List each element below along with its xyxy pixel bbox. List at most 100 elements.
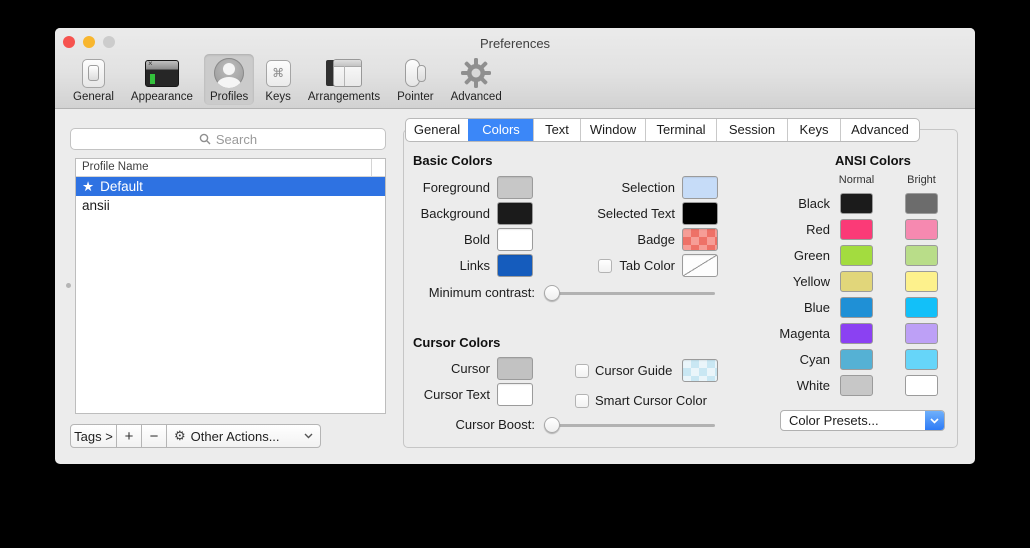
- toolbar-item-arrangements[interactable]: Arrangements: [302, 54, 386, 105]
- chevron-down-icon: [304, 433, 313, 439]
- cursor-text-label: Cursor Text: [424, 387, 490, 402]
- ansi-cyan-normal-well[interactable]: [840, 349, 873, 370]
- selected-text-label: Selected Text: [597, 206, 675, 221]
- ansi-yellow-bright-well[interactable]: [905, 271, 938, 292]
- cursor-color-well[interactable]: [497, 357, 533, 380]
- tab-terminal[interactable]: Terminal: [645, 119, 716, 141]
- cursor-guide-color-well[interactable]: [682, 359, 718, 382]
- tab-color-checkbox[interactable]: [598, 259, 612, 273]
- ansi-green-normal-well[interactable]: [840, 245, 873, 266]
- tab-text[interactable]: Text: [533, 119, 580, 141]
- tab-window[interactable]: Window: [580, 119, 645, 141]
- toolbar-item-label: Profiles: [210, 91, 248, 103]
- tab-general[interactable]: General: [406, 119, 468, 141]
- ansi-black-bright-well[interactable]: [905, 193, 938, 214]
- toolbar-item-label: Advanced: [451, 91, 502, 103]
- badge-color-well[interactable]: [682, 228, 718, 251]
- toolbar-item-appearance[interactable]: × Appearance: [125, 54, 199, 105]
- cursor-guide-label: Cursor Guide: [595, 363, 672, 378]
- profile-footer-bar: Tags > + − ⚙ Other Actions...: [70, 424, 321, 448]
- star-icon: ★: [82, 177, 94, 196]
- ansi-blue-normal-well[interactable]: [840, 297, 873, 318]
- tab-color-label: Tab Color: [619, 258, 675, 273]
- smart-cursor-color-checkbox[interactable]: [575, 394, 589, 408]
- search-icon: [199, 133, 211, 145]
- toolbar-item-keys[interactable]: ⌘ Keys: [259, 54, 297, 105]
- toolbar-item-label: Keys: [265, 91, 291, 103]
- selection-color-well[interactable]: [682, 176, 718, 199]
- cursor-boost-slider[interactable]: [544, 415, 715, 435]
- toolbar: General × Appearance Profiles ⌘ Keys Arr…: [67, 54, 508, 105]
- ansi-red-normal-well[interactable]: [840, 219, 873, 240]
- profile-tabs: General Colors Text Window Terminal Sess…: [405, 118, 920, 142]
- color-presets-popup[interactable]: Color Presets...: [780, 410, 945, 431]
- toolbar-item-label: General: [73, 91, 114, 103]
- minimum-contrast-label: Minimum contrast:: [412, 282, 535, 304]
- preferences-window: Preferences General × Appearance Profile…: [55, 28, 975, 464]
- toolbar-item-pointer[interactable]: Pointer: [391, 54, 439, 105]
- selection-label: Selection: [622, 180, 675, 195]
- ansi-row-blue: Blue: [760, 297, 938, 318]
- tab-colors[interactable]: Colors: [468, 119, 533, 141]
- slider-knob[interactable]: [544, 417, 560, 433]
- remove-profile-button[interactable]: −: [142, 424, 167, 448]
- toolbar-item-advanced[interactable]: Advanced: [445, 54, 508, 105]
- ansi-yellow-normal-well[interactable]: [840, 271, 873, 292]
- profile-row-ansii[interactable]: ansii: [76, 196, 385, 215]
- selected-text-color-well[interactable]: [682, 202, 718, 225]
- cursor-colors-heading: Cursor Colors: [413, 335, 500, 350]
- other-actions-label: Other Actions...: [191, 429, 280, 444]
- splitter-handle-dot[interactable]: [66, 283, 71, 288]
- profile-list-header: Profile Name: [76, 159, 385, 177]
- ansi-colors-grid: Black Red Green Yellow Blue: [760, 193, 938, 401]
- tab-keys[interactable]: Keys: [787, 119, 840, 141]
- tab-color-well-empty[interactable]: [682, 254, 718, 277]
- badge-label: Badge: [637, 232, 675, 247]
- toolbar-item-general[interactable]: General: [67, 54, 120, 105]
- ansi-row-yellow: Yellow: [760, 271, 938, 292]
- person-icon: [214, 58, 244, 88]
- tags-button[interactable]: Tags >: [70, 424, 117, 448]
- toolbar-item-profiles[interactable]: Profiles: [204, 54, 254, 105]
- gear-icon: [461, 58, 491, 88]
- ansi-black-normal-well[interactable]: [840, 193, 873, 214]
- toolbar-item-label: Pointer: [397, 91, 433, 103]
- tab-advanced[interactable]: Advanced: [840, 119, 919, 141]
- profile-list: Profile Name ★ Default ansii: [75, 158, 386, 414]
- ansi-blue-bright-well[interactable]: [905, 297, 938, 318]
- ansi-green-bright-well[interactable]: [905, 245, 938, 266]
- toolbar-item-label: Appearance: [131, 91, 193, 103]
- minimum-contrast-slider[interactable]: [544, 283, 715, 303]
- cursor-colors-right-column: Cursor Guide Smart Cursor Color: [575, 359, 718, 415]
- action-gear-icon: ⚙: [174, 428, 186, 444]
- ansi-white-normal-well[interactable]: [840, 375, 873, 396]
- slider-track[interactable]: [544, 292, 715, 295]
- ansi-red-bright-well[interactable]: [905, 219, 938, 240]
- background-label: Background: [421, 206, 490, 221]
- other-actions-popup[interactable]: ⚙ Other Actions...: [167, 424, 321, 448]
- ansi-row-magenta: Magenta: [760, 323, 938, 344]
- window-title: Preferences: [55, 36, 975, 51]
- ansi-row-black: Black: [760, 193, 938, 214]
- ansi-row-red: Red: [760, 219, 938, 240]
- ansi-cyan-bright-well[interactable]: [905, 349, 938, 370]
- ansi-row-cyan: Cyan: [760, 349, 938, 370]
- popup-cap[interactable]: [925, 411, 944, 430]
- basic-colors-heading: Basic Colors: [413, 153, 492, 168]
- search-input[interactable]: Search: [70, 128, 386, 150]
- cursor-text-color-well[interactable]: [497, 383, 533, 406]
- smart-cursor-color-label: Smart Cursor Color: [595, 393, 707, 408]
- ansi-magenta-bright-well[interactable]: [905, 323, 938, 344]
- ansi-normal-header: Normal: [836, 174, 877, 186]
- ansi-magenta-normal-well[interactable]: [840, 323, 873, 344]
- slider-track[interactable]: [544, 424, 715, 427]
- ansi-row-green: Green: [760, 245, 938, 266]
- windows-arrangement-icon: [326, 59, 363, 88]
- ansi-white-bright-well[interactable]: [905, 375, 938, 396]
- ansi-bright-header: Bright: [901, 174, 942, 186]
- add-profile-button[interactable]: +: [117, 424, 142, 448]
- cursor-guide-checkbox[interactable]: [575, 364, 589, 378]
- profile-row-default[interactable]: ★ Default: [76, 177, 385, 196]
- tab-session[interactable]: Session: [716, 119, 787, 141]
- slider-knob[interactable]: [544, 285, 560, 301]
